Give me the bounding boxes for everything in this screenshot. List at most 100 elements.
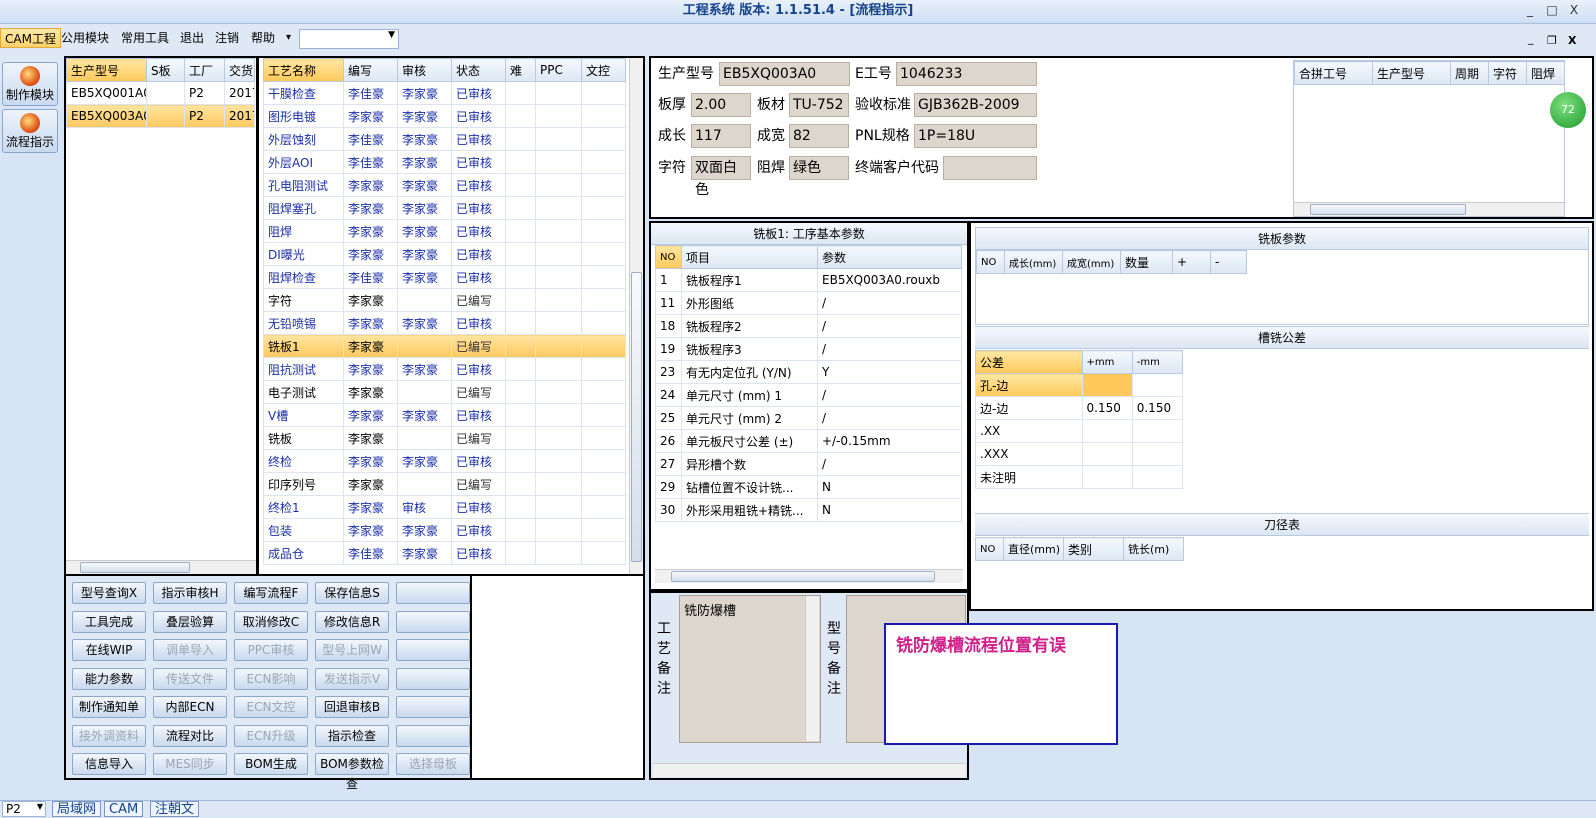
char-field[interactable]: 双面白色 [691,156,751,198]
col-minus[interactable]: -mm [1131,350,1184,374]
col-tolerance[interactable]: 公差 [975,350,1083,374]
table-row[interactable]: 外层蚀刻 李佳豪 李家豪 已审核 [263,127,626,151]
table-row[interactable]: 包装 李家豪 李家豪 已审核 [263,518,626,542]
table-row[interactable]: 电子测试 李家豪 已编写 [263,380,626,404]
action-button[interactable]: 传送文件 [153,667,227,690]
table-row[interactable]: 11 外形图纸 / [655,291,962,315]
horizontal-scrollbar[interactable] [655,569,963,583]
material-field[interactable]: TU-752 [789,93,849,117]
table-row[interactable]: 1 铣板程序1 EB5XQ003A0.rouxb [655,268,962,292]
menu-exit[interactable]: 退出 [176,28,208,48]
tab-user[interactable]: 注朝文 [150,801,200,817]
toolbar-combo[interactable]: ▼ [299,29,399,49]
table-row[interactable]: 成品仓 李佳豪 李家豪 已审核 [263,541,626,565]
table-row[interactable]: .XX [975,419,1184,443]
tab-cam[interactable]: CAM [104,801,144,817]
action-button[interactable]: 指示检查 [315,724,389,747]
col-cycle[interactable]: 周期 [1450,61,1489,85]
add-row-button[interactable]: + [1172,250,1211,274]
table-row[interactable]: 铣板 李家豪 已编写 [263,426,626,450]
table-row[interactable]: .XXX [975,442,1184,466]
col-writer[interactable]: 编写 [343,58,398,82]
menu-tools[interactable]: 常用工具 [117,28,173,48]
col-reviewer[interactable]: 审核 [397,58,452,82]
action-button[interactable] [396,667,470,690]
col-delivery[interactable]: 交货 [224,58,255,82]
table-row[interactable]: 外层AOI 李佳豪 李家豪 已审核 [263,150,626,174]
menu-common-module[interactable]: 公用模块 [57,28,113,48]
table-row[interactable]: 字符 李家豪 已编写 [263,288,626,312]
thickness-field[interactable]: 2.00 [691,93,751,117]
action-button[interactable]: 制作通知单 [72,696,146,718]
scroll-thumb[interactable] [631,272,642,562]
action-button[interactable]: 编写流程F [234,582,308,604]
table-row[interactable]: 边-边 0.150 0.150 [975,396,1184,420]
table-row[interactable]: 阻焊塞孔 李家豪 李家豪 已审核 [263,196,626,220]
standard-field[interactable]: GJB362B-2009 [914,93,1037,117]
vertical-scrollbar[interactable] [629,58,643,574]
action-button[interactable]: 工具完成 [72,610,146,633]
scroll-thumb[interactable] [80,562,190,573]
action-button[interactable] [396,724,470,747]
action-button[interactable]: ECN升级 [234,724,308,747]
menu-cam[interactable]: CAM工程 [0,28,61,48]
action-button[interactable]: BOM参数检查 [315,753,389,791]
col-factory[interactable]: 工厂 [184,58,225,82]
combo-arrow-icon[interactable]: ▼ [388,30,395,40]
action-button[interactable]: 调单导入 [153,639,227,661]
length-field[interactable]: 117 [691,124,751,148]
table-row[interactable]: V槽 李家豪 李家豪 已审核 [263,403,626,427]
make-module-button[interactable]: 制作模块 [2,62,58,106]
action-button[interactable]: 指示审核H [153,582,227,604]
table-row[interactable]: 30 外形采用粗铣+精铣... N [655,498,962,522]
table-row[interactable]: DI曝光 李家豪 李家豪 已审核 [263,242,626,266]
action-button[interactable]: 型号查询X [72,582,146,604]
action-button[interactable] [396,639,470,661]
action-button[interactable]: ECN文控 [234,696,308,718]
col-no[interactable]: NO [976,250,1005,274]
action-button[interactable]: BOM生成 [234,753,308,775]
plant-select[interactable]: P2 ▼ [2,801,46,817]
mdi-minimize-button[interactable]: _ [1528,32,1534,45]
action-button[interactable]: 接外调资料 [72,724,146,747]
col-qty[interactable]: 数量 [1120,250,1173,274]
mdi-close-button[interactable]: X [1568,34,1576,47]
action-button[interactable]: 保存信息S [315,582,389,604]
col-char[interactable]: 字符 [1488,61,1527,85]
action-button[interactable]: 叠层验算 [153,610,227,633]
close-button[interactable]: X [1566,3,1582,19]
col-ppc[interactable]: PPC [535,58,582,82]
action-button[interactable] [396,696,470,718]
horizontal-scrollbar[interactable] [66,560,256,574]
flow-indicate-button[interactable]: 流程指示 [2,109,58,153]
col-mask[interactable]: 阻焊 [1526,61,1565,85]
e-no-field[interactable]: 1046233 [896,62,1037,86]
table-row[interactable]: 印序列号 李家豪 已编写 [263,472,626,496]
chevron-down-icon[interactable]: ▾ [282,28,295,48]
action-button[interactable]: 回退审核B [315,696,389,718]
table-row-selected[interactable]: EB5XQ003A0 P22017 [66,104,255,128]
action-button[interactable]: 取消修改C [234,610,308,633]
action-button[interactable]: 型号上网W [315,639,389,661]
menu-logout[interactable]: 注销 [211,28,243,48]
col-prod-model[interactable]: 生产型号 [1372,61,1451,85]
action-button[interactable]: 内部ECN [153,696,227,718]
col-difficulty[interactable]: 难 [505,58,536,82]
maximize-button[interactable]: □ [1544,3,1560,19]
col-doc-control[interactable]: 文控 [581,58,626,82]
table-row[interactable]: EB5XQ001A0 P22017 [66,81,255,105]
table-row[interactable]: 无铅喷锡 李家豪 李家豪 已审核 [263,311,626,335]
col-width[interactable]: 成宽(mm) [1062,250,1121,274]
table-row[interactable]: 18 铣板程序2/ [655,314,962,338]
action-button[interactable] [396,582,470,604]
table-row[interactable]: 孔电阻测试 李家豪 李家豪 已审核 [263,173,626,197]
action-button[interactable]: MES同步 [153,753,227,775]
action-button[interactable]: 能力参数 [72,667,146,690]
col-combine-no[interactable]: 合拼工号 [1294,61,1373,85]
vertical-scrollbar[interactable] [805,596,819,741]
end-customer-field[interactable] [943,156,1037,180]
action-button[interactable]: ECN影响 [234,667,308,690]
scroll-thumb[interactable] [671,571,935,582]
col-length[interactable]: 成长(mm) [1004,250,1063,274]
table-row[interactable]: 25 单元尺寸 (mm) 2/ [655,406,962,430]
